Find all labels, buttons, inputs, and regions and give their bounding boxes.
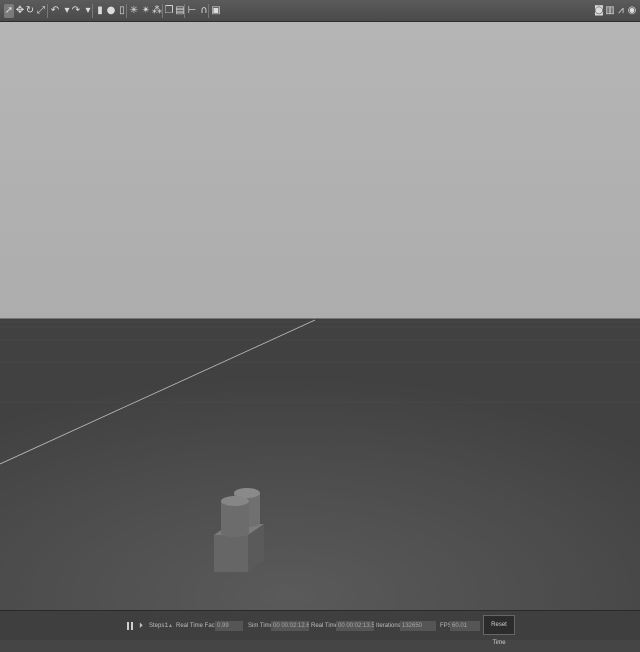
undo-icon[interactable]: ↶ — [50, 4, 60, 18]
toolbar-separator — [126, 4, 127, 18]
record-video-icon[interactable]: ◉ — [627, 4, 637, 18]
real-time-field: 00 00:02:13.598 — [336, 621, 374, 631]
iterations-field: 132650 — [400, 621, 436, 631]
scene-canvas[interactable] — [0, 22, 640, 610]
select-mode-icon[interactable]: ➚ — [4, 4, 14, 18]
steps-value[interactable]: 1 — [165, 611, 168, 641]
toolbar-separator — [92, 4, 93, 18]
status-bar: ⏵ Steps: 1 ▴ Real Time Factor: 0.99 Sim … — [0, 610, 640, 640]
sky — [0, 22, 640, 319]
pause-button[interactable] — [124, 620, 136, 632]
change-view-icon[interactable]: ▣ — [211, 4, 221, 18]
point-light-icon[interactable]: ✳ — [129, 4, 139, 18]
copy-icon[interactable]: ❐ — [164, 4, 174, 18]
toolbar-separator — [184, 4, 185, 18]
sphere-shape-icon[interactable]: ● — [106, 4, 116, 18]
scale-mode-icon[interactable]: ⤢ — [36, 4, 46, 18]
steps-label: Steps: — [149, 623, 167, 629]
plot-icon[interactable]: ⩘ — [616, 4, 626, 18]
reset-time-button[interactable]: Reset Time — [483, 615, 515, 646]
rotate-mode-icon[interactable]: ↻ — [25, 4, 35, 18]
ground-plane — [0, 319, 640, 610]
log-icon[interactable]: ▥ — [605, 4, 615, 18]
translate-mode-icon[interactable]: ✥ — [15, 4, 25, 18]
toolbar: ➚ ✥ ↻ ⤢ ↶ ▾ ↷ ▾ ▮ ● ▯ ✳ ✴ ⁂ ❐ ▤ ⊢ ∩ ▣ ◙ ▥ ⩘ ◉ — [0, 0, 640, 22]
toolbar-separator — [47, 4, 48, 18]
screenshot-icon[interactable]: ◙ — [594, 4, 604, 18]
spot-light-icon[interactable]: ✴ — [141, 4, 151, 18]
steps-spinner-icon[interactable]: ▴ — [169, 611, 172, 641]
scene-viewport[interactable] — [0, 22, 640, 610]
toolbar-separator — [208, 4, 209, 18]
model-object — [214, 488, 264, 572]
box-shape-icon[interactable]: ▮ — [95, 4, 105, 18]
fps-field: 60.01 — [450, 621, 480, 631]
align-icon[interactable]: ⊢ — [187, 4, 197, 18]
directional-light-icon[interactable]: ⁂ — [152, 4, 162, 18]
real-time-factor-field: 0.99 — [215, 621, 243, 631]
iterations-label: Iterations: — [376, 623, 403, 629]
toolbar-separator — [162, 4, 163, 18]
sim-time-field: 00 00:02:12.650 — [271, 621, 309, 631]
redo-icon[interactable]: ↷ — [71, 4, 81, 18]
step-button[interactable]: ⏵ — [139, 620, 147, 632]
